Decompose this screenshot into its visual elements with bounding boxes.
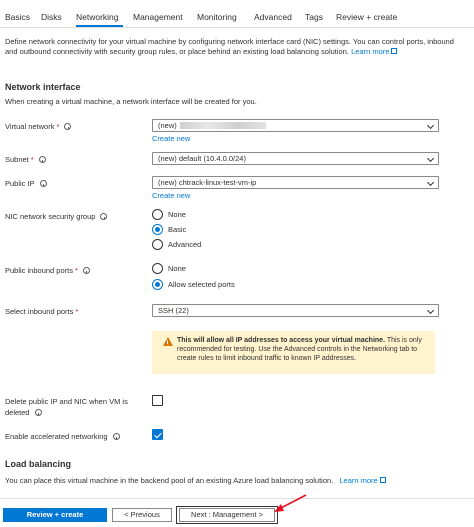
- tab-advanced[interactable]: Advanced: [254, 12, 292, 22]
- required-marker: *: [30, 155, 34, 164]
- learn-more-link[interactable]: Learn more: [351, 47, 398, 56]
- previous-button[interactable]: < Previous: [112, 508, 172, 522]
- info-icon[interactable]: [38, 156, 46, 163]
- info-icon[interactable]: [39, 180, 47, 187]
- public-inbound-ports-label: Public inbound ports *: [5, 265, 90, 276]
- delete-on-vm-label-line2: deleted: [5, 407, 42, 418]
- warning-icon: [163, 337, 173, 346]
- public-ip-value: (new) chtrack-linux-test-vm-ip: [158, 178, 257, 187]
- learn-more-label: Learn more: [339, 476, 378, 485]
- tab-monitoring[interactable]: Monitoring: [197, 12, 237, 22]
- tab-review-create[interactable]: Review + create: [336, 12, 397, 22]
- redacted-network-name: [179, 122, 266, 129]
- delete-on-vm-label-line1: Delete public IP and NIC when VM is: [5, 397, 128, 406]
- radio-label: None: [168, 264, 186, 273]
- accelerated-networking-checkbox[interactable]: [152, 429, 163, 440]
- accelerated-networking-label-text: Enable accelerated networking: [5, 432, 108, 441]
- annotation-arrow-icon: [274, 494, 307, 512]
- select-inbound-ports-value: SSH (22): [158, 306, 189, 315]
- info-icon[interactable]: [64, 123, 72, 130]
- required-marker: *: [75, 307, 79, 316]
- warning-bold-text: This will allow all IP addresses to acce…: [177, 337, 386, 344]
- info-icon[interactable]: [112, 433, 120, 440]
- active-tab-indicator: [76, 25, 123, 27]
- public-inbound-ports-label-text: Public inbound ports: [5, 266, 73, 275]
- radio-button[interactable]: [152, 239, 163, 250]
- required-marker: *: [74, 266, 78, 275]
- info-icon[interactable]: [34, 409, 42, 416]
- select-inbound-ports-label-text: Select inbound ports: [5, 307, 74, 316]
- select-inbound-ports-label: Select inbound ports *: [5, 306, 78, 317]
- virtual-network-create-new-link[interactable]: Create new: [152, 134, 190, 143]
- radio-label: Allow selected ports: [168, 280, 235, 289]
- radio-button[interactable]: [152, 263, 163, 274]
- public-ip-dropdown[interactable]: (new) chtrack-linux-test-vm-ip: [152, 176, 439, 189]
- learn-more-label: Learn more: [351, 47, 390, 56]
- intro-description: Define network connectivity for your vir…: [5, 37, 465, 57]
- chevron-down-icon: [426, 306, 435, 315]
- radio-button-selected[interactable]: [152, 224, 163, 235]
- radio-button[interactable]: [152, 209, 163, 220]
- virtual-network-value: (new): [158, 121, 177, 130]
- radio-button-selected[interactable]: [152, 279, 163, 290]
- radio-label: None: [168, 210, 186, 219]
- external-link-icon: [379, 477, 386, 483]
- review-create-button[interactable]: Review + create: [3, 508, 107, 522]
- virtual-network-label-text: Virtual network: [5, 122, 55, 131]
- load-balancing-title: Load balancing: [5, 459, 72, 469]
- subnet-value: (new) default (10.4.0.0/24): [158, 154, 246, 163]
- radio-label: Basic: [168, 225, 187, 234]
- required-marker: *: [56, 122, 60, 131]
- select-inbound-ports-dropdown[interactable]: SSH (22): [152, 304, 439, 317]
- delete-on-vm-label-text: deleted: [5, 408, 30, 417]
- load-balancing-description-text: You can place this virtual machine in th…: [5, 476, 334, 485]
- chevron-down-icon: [426, 121, 435, 130]
- nsg-label: NIC network security group: [5, 211, 108, 222]
- accelerated-networking-label: Enable accelerated networking: [5, 431, 120, 442]
- chevron-down-icon: [426, 178, 435, 187]
- warning-icon-mark: [167, 340, 168, 344]
- load-balancing-learn-more-link[interactable]: Learn more: [339, 476, 386, 485]
- public-ip-label-text: Public IP: [5, 179, 35, 188]
- virtual-network-label: Virtual network *: [5, 121, 72, 132]
- warning-message-bar: This will allow all IP addresses to acce…: [152, 331, 435, 374]
- tab-disks[interactable]: Disks: [41, 12, 62, 22]
- tab-bar: Basics Disks Networking Management Monit…: [0, 0, 474, 28]
- virtual-network-dropdown[interactable]: (new): [152, 119, 439, 132]
- info-icon[interactable]: [100, 213, 108, 220]
- tab-tags[interactable]: Tags: [305, 12, 323, 22]
- tab-management[interactable]: Management: [133, 12, 183, 22]
- subnet-dropdown[interactable]: (new) default (10.4.0.0/24): [152, 152, 439, 165]
- load-balancing-description: You can place this virtual machine in th…: [5, 476, 386, 485]
- tab-networking[interactable]: Networking: [76, 12, 119, 22]
- tab-basics[interactable]: Basics: [5, 12, 30, 22]
- delete-on-vm-checkbox[interactable]: [152, 395, 163, 406]
- public-ip-create-new-link[interactable]: Create new: [152, 191, 190, 200]
- warning-text: This will allow all IP addresses to acce…: [177, 336, 429, 363]
- info-icon[interactable]: [82, 267, 90, 274]
- subnet-label: Subnet *: [5, 154, 46, 165]
- subnet-label-text: Subnet: [5, 155, 29, 164]
- external-link-icon: [391, 48, 398, 54]
- next-management-button[interactable]: Next : Management >: [179, 508, 275, 522]
- nsg-label-text: NIC network security group: [5, 212, 96, 221]
- radio-label: Advanced: [168, 240, 202, 249]
- chevron-down-icon: [426, 154, 435, 163]
- network-interface-title: Network interface: [5, 82, 81, 92]
- public-ip-label: Public IP: [5, 178, 47, 189]
- network-interface-description: When creating a virtual machine, a netwo…: [5, 97, 257, 106]
